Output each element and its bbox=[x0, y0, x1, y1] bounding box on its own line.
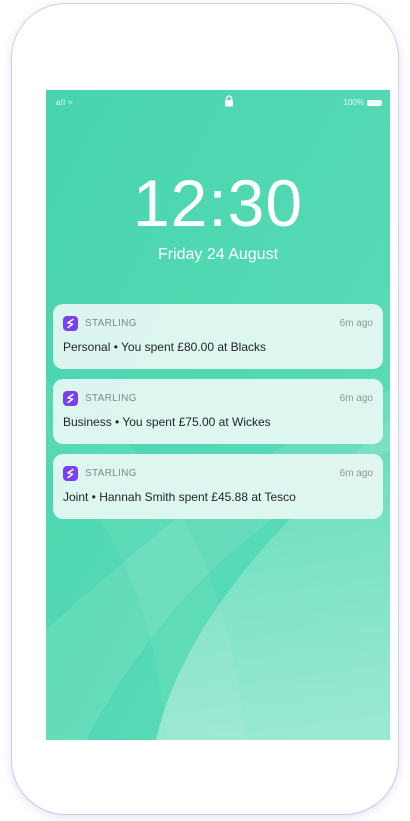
notification-header: STARLING 6m ago bbox=[63, 315, 373, 331]
battery-status: 100% bbox=[344, 98, 382, 107]
starling-logo-icon bbox=[63, 465, 78, 481]
notification-time: 6m ago bbox=[339, 317, 373, 329]
lock-screen-date: Friday 24 August bbox=[157, 246, 279, 263]
notification-time: 6m ago bbox=[339, 392, 373, 404]
notification-card[interactable]: STARLING 6m ago Joint • Hannah Smith spe… bbox=[53, 454, 383, 519]
notification-header: STARLING 6m ago bbox=[63, 390, 373, 406]
notification-message: Business • You spent £75.00 at Wickes bbox=[63, 415, 271, 429]
battery-percent: 100% bbox=[343, 98, 364, 107]
lock-screen: all ≈ 100% 12:30 Friday 24 August STARLI… bbox=[46, 90, 390, 740]
battery-icon bbox=[367, 99, 382, 106]
page: all ≈ 100% 12:30 Friday 24 August STARLI… bbox=[0, 0, 410, 821]
status-bar: all ≈ 100% bbox=[46, 90, 390, 112]
notification-card[interactable]: STARLING 6m ago Business • You spent £75… bbox=[53, 379, 383, 444]
lock-screen-time: 12:30 bbox=[132, 166, 304, 240]
notification-app-name: STARLING bbox=[85, 467, 137, 479]
notification-message: Joint • Hannah Smith spent £45.88 at Tes… bbox=[63, 490, 296, 504]
notification-card[interactable]: STARLING 6m ago Personal • You spent £80… bbox=[53, 304, 383, 369]
lock-icon bbox=[225, 95, 233, 107]
starling-logo-icon bbox=[63, 390, 78, 406]
starling-logo-icon bbox=[63, 315, 78, 331]
notification-app-name: STARLING bbox=[85, 317, 137, 329]
notification-app-name: STARLING bbox=[85, 392, 137, 404]
notification-message: Personal • You spent £80.00 at Blacks bbox=[63, 340, 267, 354]
signal-indicator: all ≈ bbox=[56, 98, 74, 107]
notification-time: 6m ago bbox=[339, 467, 373, 479]
phone-frame: all ≈ 100% 12:30 Friday 24 August STARLI… bbox=[12, 4, 398, 814]
notification-header: STARLING 6m ago bbox=[63, 465, 373, 481]
